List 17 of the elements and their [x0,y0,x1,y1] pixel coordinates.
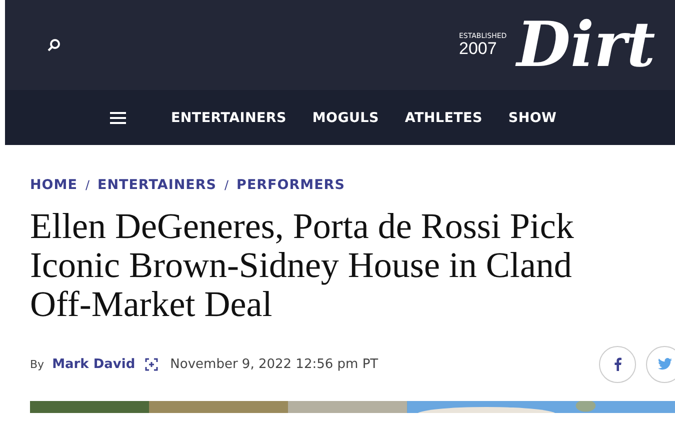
publish-date: November 9, 2022 12:56 pm PT [170,356,378,372]
nav-link[interactable]: ATHLETES [404,110,482,126]
article-title: Iconic Brown-Sidney House in Cland [30,246,572,285]
article-title: Off-Market Deal [30,285,272,324]
article-title: Ellen DeGeneres, Porta de Rossi Pick [30,207,574,246]
breadcrumb-link[interactable]: ENTERTAINERS [97,177,216,193]
site-logo[interactable]: Dirt [516,14,656,76]
nav-link[interactable]: SHOW [508,110,557,126]
breadcrumb-link[interactable]: HOME [30,177,78,193]
nav-link[interactable]: MOGULS [312,110,379,126]
nav-link[interactable]: ENTERTAINERS [171,110,286,126]
breadcrumb-separator: / [85,178,90,192]
byline-prefix: By [30,358,44,370]
established-year: 2007 [459,40,498,57]
breadcrumb-link[interactable]: PERFORMERS [236,177,345,193]
author-link[interactable]: Mark David [52,356,136,372]
breadcrumb-separator: / [224,178,229,192]
